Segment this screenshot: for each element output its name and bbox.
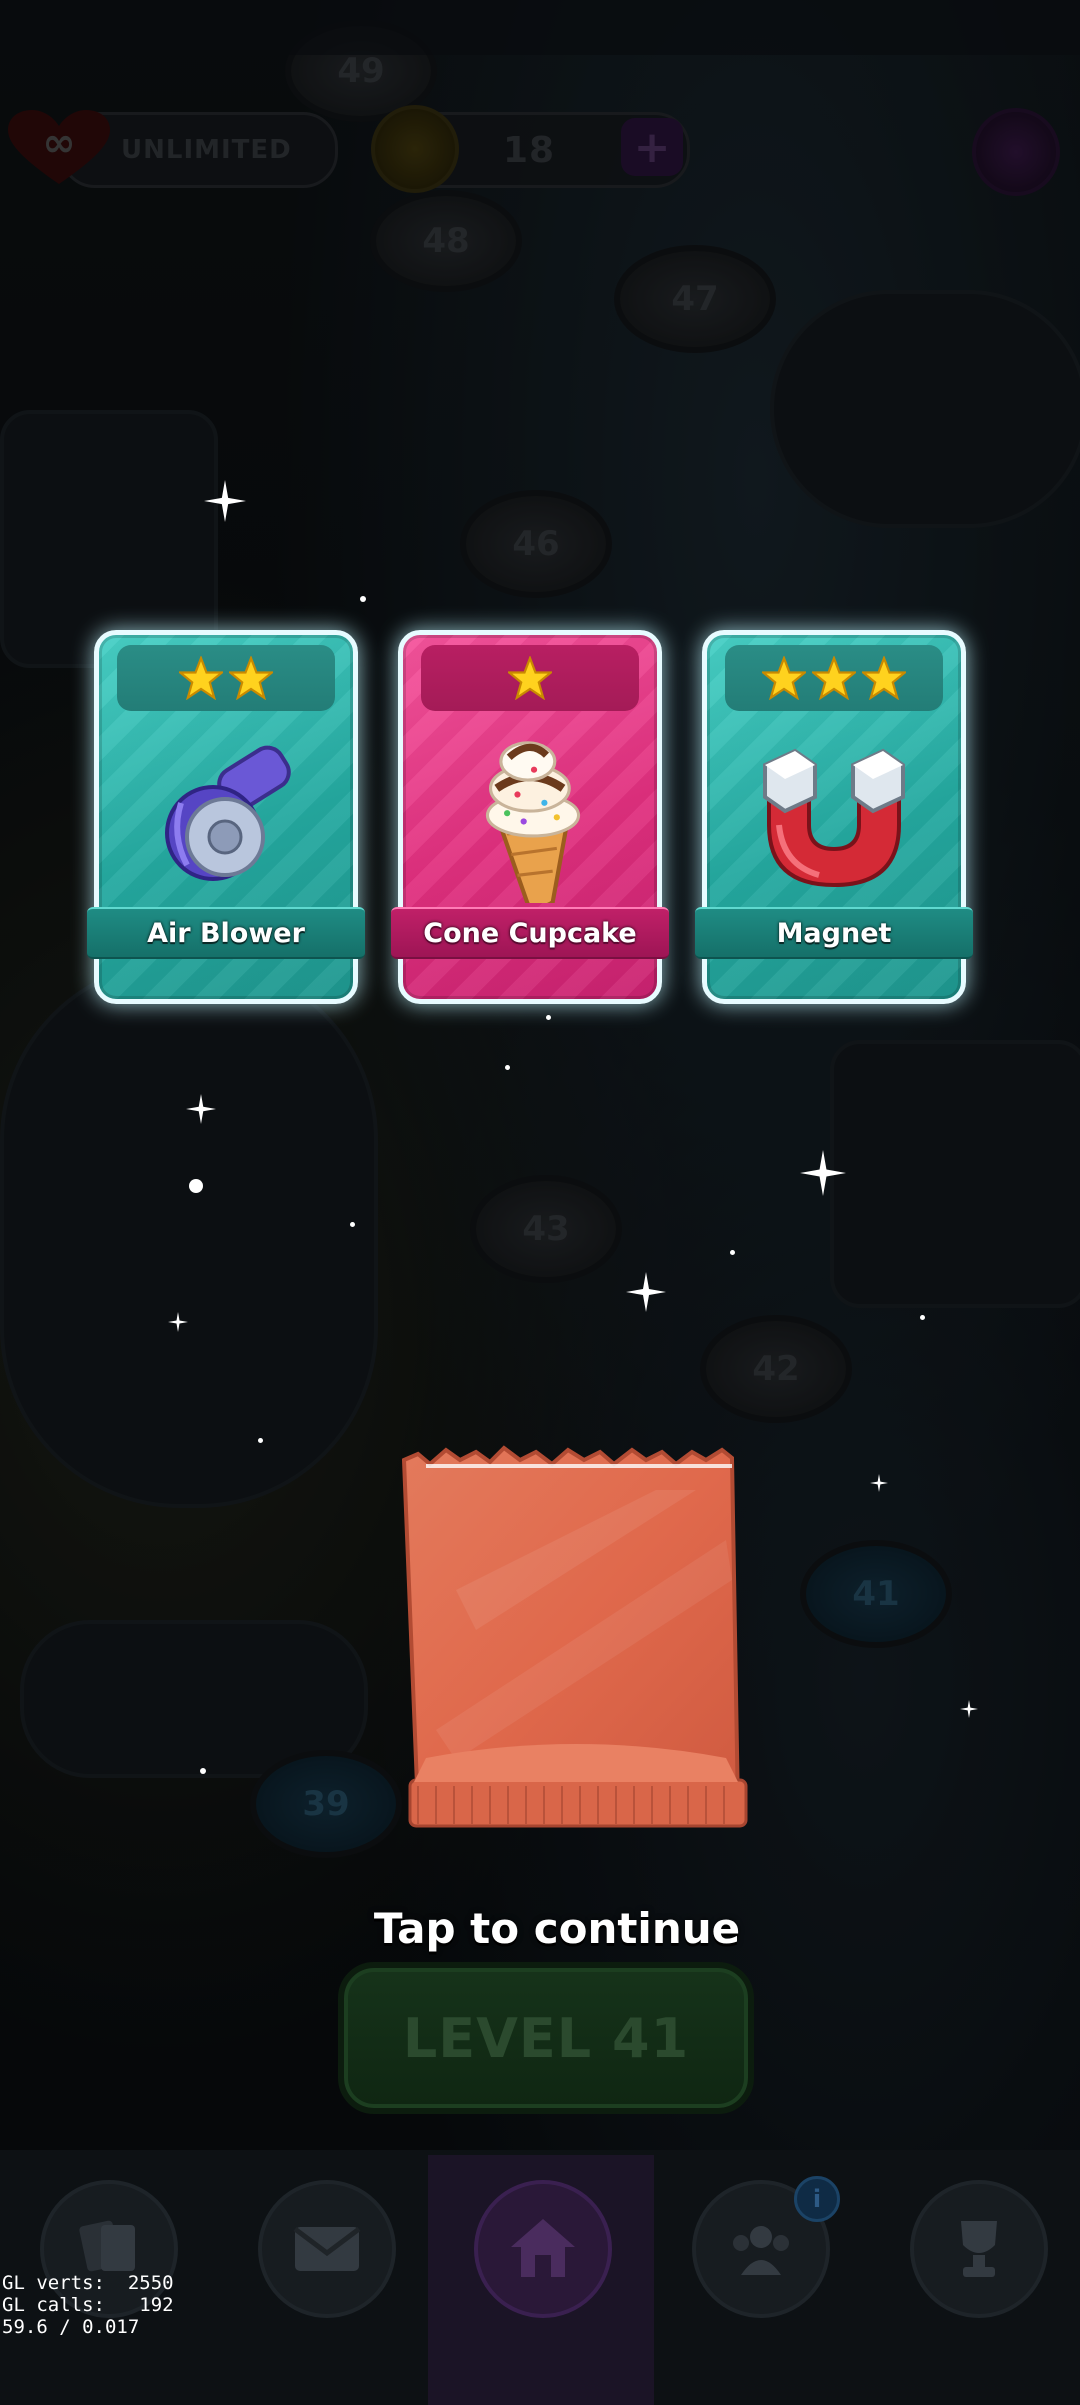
star-icon (862, 656, 906, 700)
mail-icon (293, 2227, 361, 2271)
trophy-icon (961, 2221, 997, 2277)
sparkle-icon (204, 480, 246, 522)
sparkle-dot (920, 1315, 925, 1320)
star-icon (762, 656, 806, 700)
cone-cupcake-icon (485, 741, 581, 903)
reward-name-ribbon: Cone Cupcake (391, 907, 669, 959)
sparkle-dot (730, 1250, 735, 1255)
sparkle-dot (546, 1015, 551, 1020)
star-icon (508, 656, 552, 700)
star-icon (229, 656, 273, 700)
reward-name: Air Blower (147, 917, 305, 949)
sparkle-icon (960, 1700, 978, 1718)
sparkle-icon (626, 1272, 666, 1312)
star-rating (117, 645, 335, 711)
sparkle-dot (200, 1768, 206, 1774)
tap-to-continue-text[interactable]: Tap to continue (0, 1904, 1080, 1953)
reward-card-cone-cupcake: Cone Cupcake (391, 630, 669, 1004)
star-icon (179, 656, 223, 700)
sparkle-icon (186, 1094, 216, 1124)
play-level-button[interactable]: LEVEL 41 (338, 1962, 754, 2114)
star-rating (725, 645, 943, 711)
air-blower-icon (165, 745, 291, 881)
reward-name-ribbon: Air Blower (87, 907, 365, 959)
home-icon (511, 2219, 575, 2277)
sparkle-icon (800, 1150, 846, 1196)
team-notification-badge: i (794, 2176, 840, 2222)
nav-mail-button[interactable] (258, 2180, 396, 2318)
reward-name: Cone Cupcake (423, 917, 637, 949)
reward-name: Magnet (776, 917, 892, 949)
sparkle-icon (168, 1312, 188, 1332)
level-button-label: LEVEL 41 (402, 2006, 690, 2070)
sparkle-dot (360, 596, 366, 602)
nav-trophy-button[interactable] (910, 2180, 1048, 2318)
nav-home-button[interactable] (474, 2180, 612, 2318)
sparkle-dot (189, 1179, 203, 1193)
debug-line: GL calls: 192 (2, 2294, 174, 2316)
debug-line: GL verts: 2550 (2, 2272, 174, 2294)
star-icon (812, 656, 856, 700)
star-rating (421, 645, 639, 711)
reward-card-magnet: Magnet (695, 630, 973, 1004)
debug-line: 59.6 / 0.017 (2, 2316, 140, 2338)
sparkle-dot (258, 1438, 263, 1443)
team-icon (733, 2226, 789, 2275)
magnet-icon (763, 748, 905, 888)
sparkle-icon (870, 1474, 888, 1492)
reward-card-air-blower: Air Blower (87, 630, 365, 1004)
debug-stats-overlay: GL verts: 2550 GL calls: 192 59.6 / 0.017 (2, 2272, 174, 2338)
reward-bag[interactable] (396, 1430, 756, 1860)
sparkle-dot (505, 1065, 510, 1070)
reward-name-ribbon: Magnet (695, 907, 973, 959)
sparkle-dot (350, 1222, 355, 1227)
